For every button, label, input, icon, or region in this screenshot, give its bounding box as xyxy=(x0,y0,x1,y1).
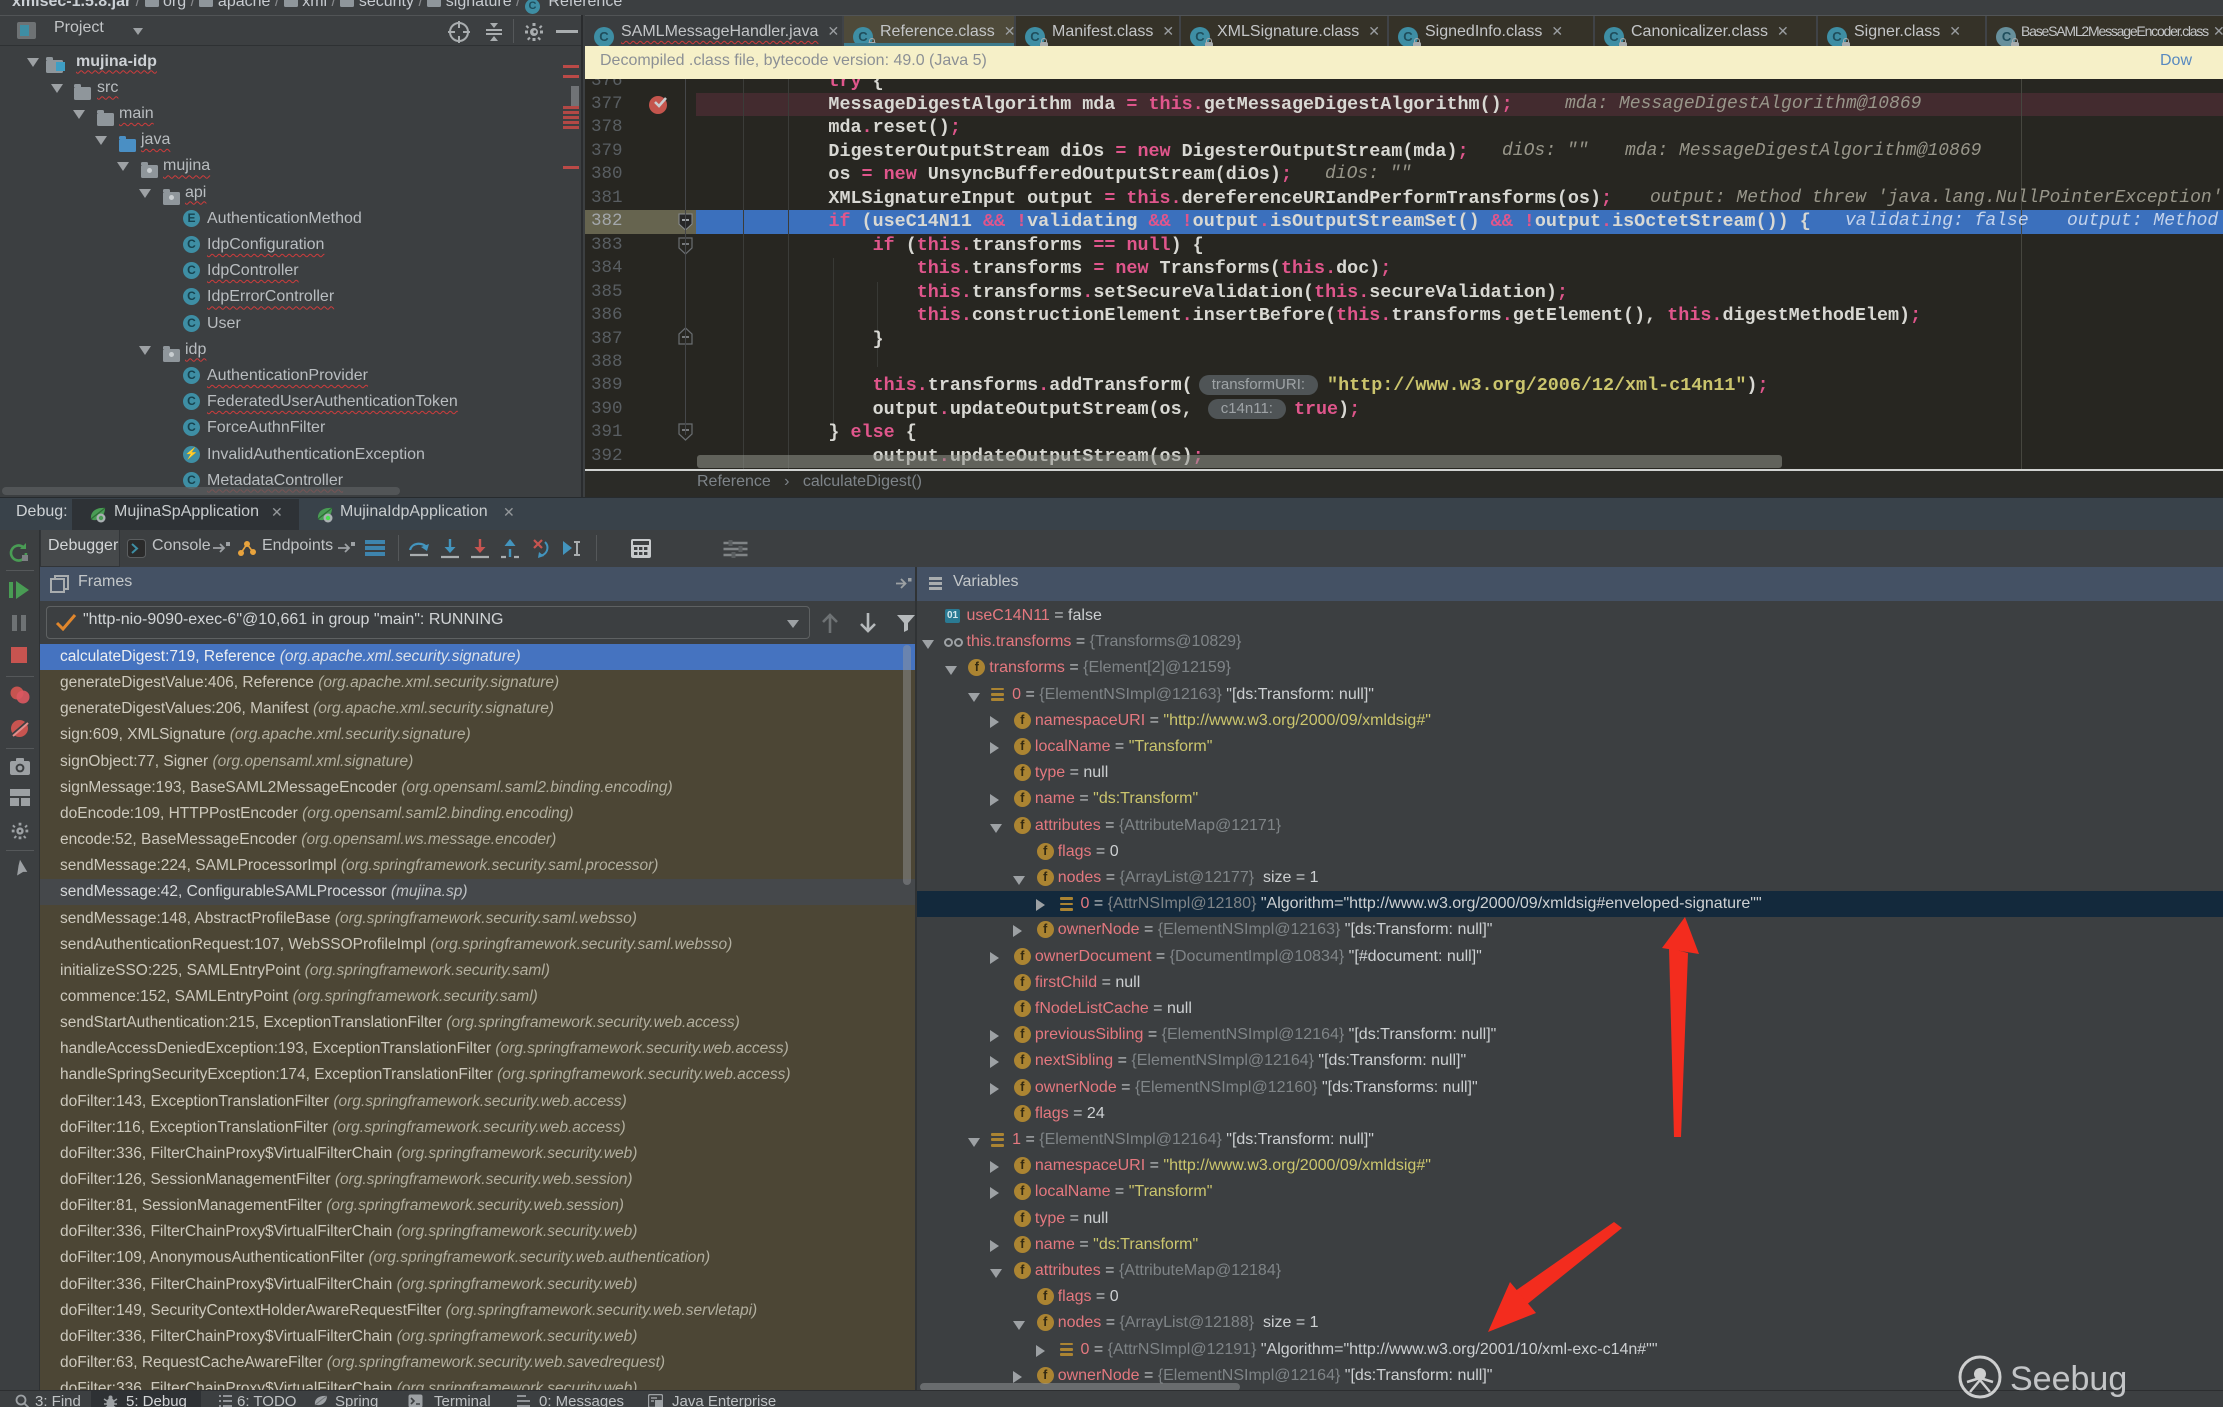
svg-text:Seebug: Seebug xyxy=(2010,1360,2127,1398)
